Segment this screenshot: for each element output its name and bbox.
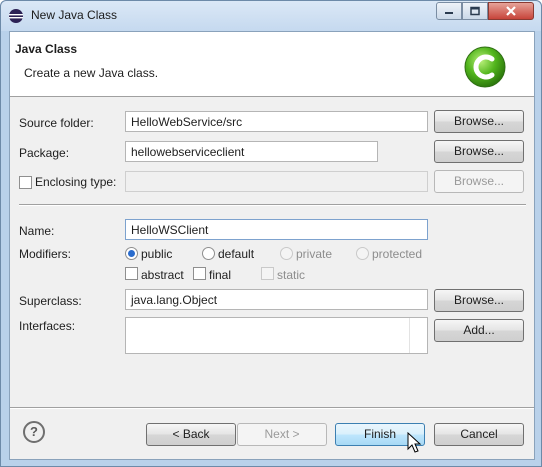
eclipse-icon — [9, 9, 23, 23]
package-browse-button[interactable]: Browse... — [434, 140, 524, 163]
class-name-field[interactable]: HelloWSClient — [125, 219, 428, 240]
modifier-public-radio[interactable] — [125, 247, 138, 260]
modifier-abstract-label: abstract — [141, 268, 184, 282]
footer-separator — [10, 407, 534, 409]
modifier-protected-radio[interactable] — [356, 247, 369, 260]
enclosing-type-checkbox[interactable] — [19, 176, 32, 189]
modifier-protected-label: protected — [372, 247, 423, 261]
modifier-final-label: final — [209, 268, 232, 282]
close-icon — [506, 6, 516, 16]
interfaces-label: Interfaces: — [19, 319, 76, 333]
wizard-banner: Java Class Create a new Java class. — [10, 32, 534, 97]
superclass-field[interactable]: java.lang.Object — [125, 289, 428, 310]
title-bar: New Java Class — [1, 1, 541, 31]
source-folder-field[interactable]: HelloWebService/src — [125, 111, 428, 132]
next-button[interactable]: Next > — [237, 423, 327, 446]
package-label: Package: — [19, 146, 70, 160]
java-class-wizard-icon — [464, 46, 506, 88]
superclass-label: Superclass: — [19, 294, 82, 308]
mouse-pointer-icon — [407, 432, 422, 453]
dialog-client-area: Java Class Create a new Java class. Sour… — [9, 31, 535, 460]
back-button[interactable]: < Back — [146, 423, 236, 446]
enclosing-type-label: Enclosing type: — [35, 175, 117, 189]
modifier-default-label: default — [218, 247, 255, 261]
dialog-window: New Java Class Java Class Create a new J… — [0, 0, 542, 467]
maximize-icon — [470, 6, 480, 16]
superclass-browse-button[interactable]: Browse... — [434, 289, 524, 312]
minimize-button[interactable] — [436, 2, 462, 20]
add-interface-button[interactable]: Add... — [434, 319, 524, 342]
source-folder-browse-button[interactable]: Browse... — [434, 110, 524, 133]
modifier-private-radio[interactable] — [280, 247, 293, 260]
modifier-static-checkbox[interactable] — [261, 267, 274, 280]
banner-title: Java Class — [15, 42, 78, 56]
modifiers-label: Modifiers: — [19, 247, 72, 261]
cancel-button[interactable]: Cancel — [434, 423, 524, 446]
enclosing-type-browse-button[interactable]: Browse... — [434, 170, 524, 193]
window-title: New Java Class — [31, 8, 118, 22]
close-button[interactable] — [488, 2, 534, 20]
banner-description: Create a new Java class. — [24, 66, 159, 80]
maximize-button[interactable] — [462, 2, 488, 20]
enclosing-type-field[interactable] — [125, 171, 428, 192]
minimize-icon — [445, 12, 453, 14]
modifier-private-label: private — [296, 247, 333, 261]
package-field[interactable]: hellowebserviceclient — [125, 141, 378, 162]
modifier-final-checkbox[interactable] — [193, 267, 206, 280]
modifier-public-label: public — [141, 247, 173, 261]
modifier-default-radio[interactable] — [202, 247, 215, 260]
modifier-static-label: static — [277, 268, 306, 282]
help-button[interactable]: ? — [23, 421, 45, 443]
interfaces-scrollbar[interactable] — [409, 318, 427, 353]
name-label: Name: — [19, 224, 55, 238]
source-folder-label: Source folder: — [19, 116, 94, 130]
modifier-abstract-checkbox[interactable] — [125, 267, 138, 280]
section-separator — [19, 204, 526, 206]
interfaces-list[interactable] — [125, 317, 428, 354]
